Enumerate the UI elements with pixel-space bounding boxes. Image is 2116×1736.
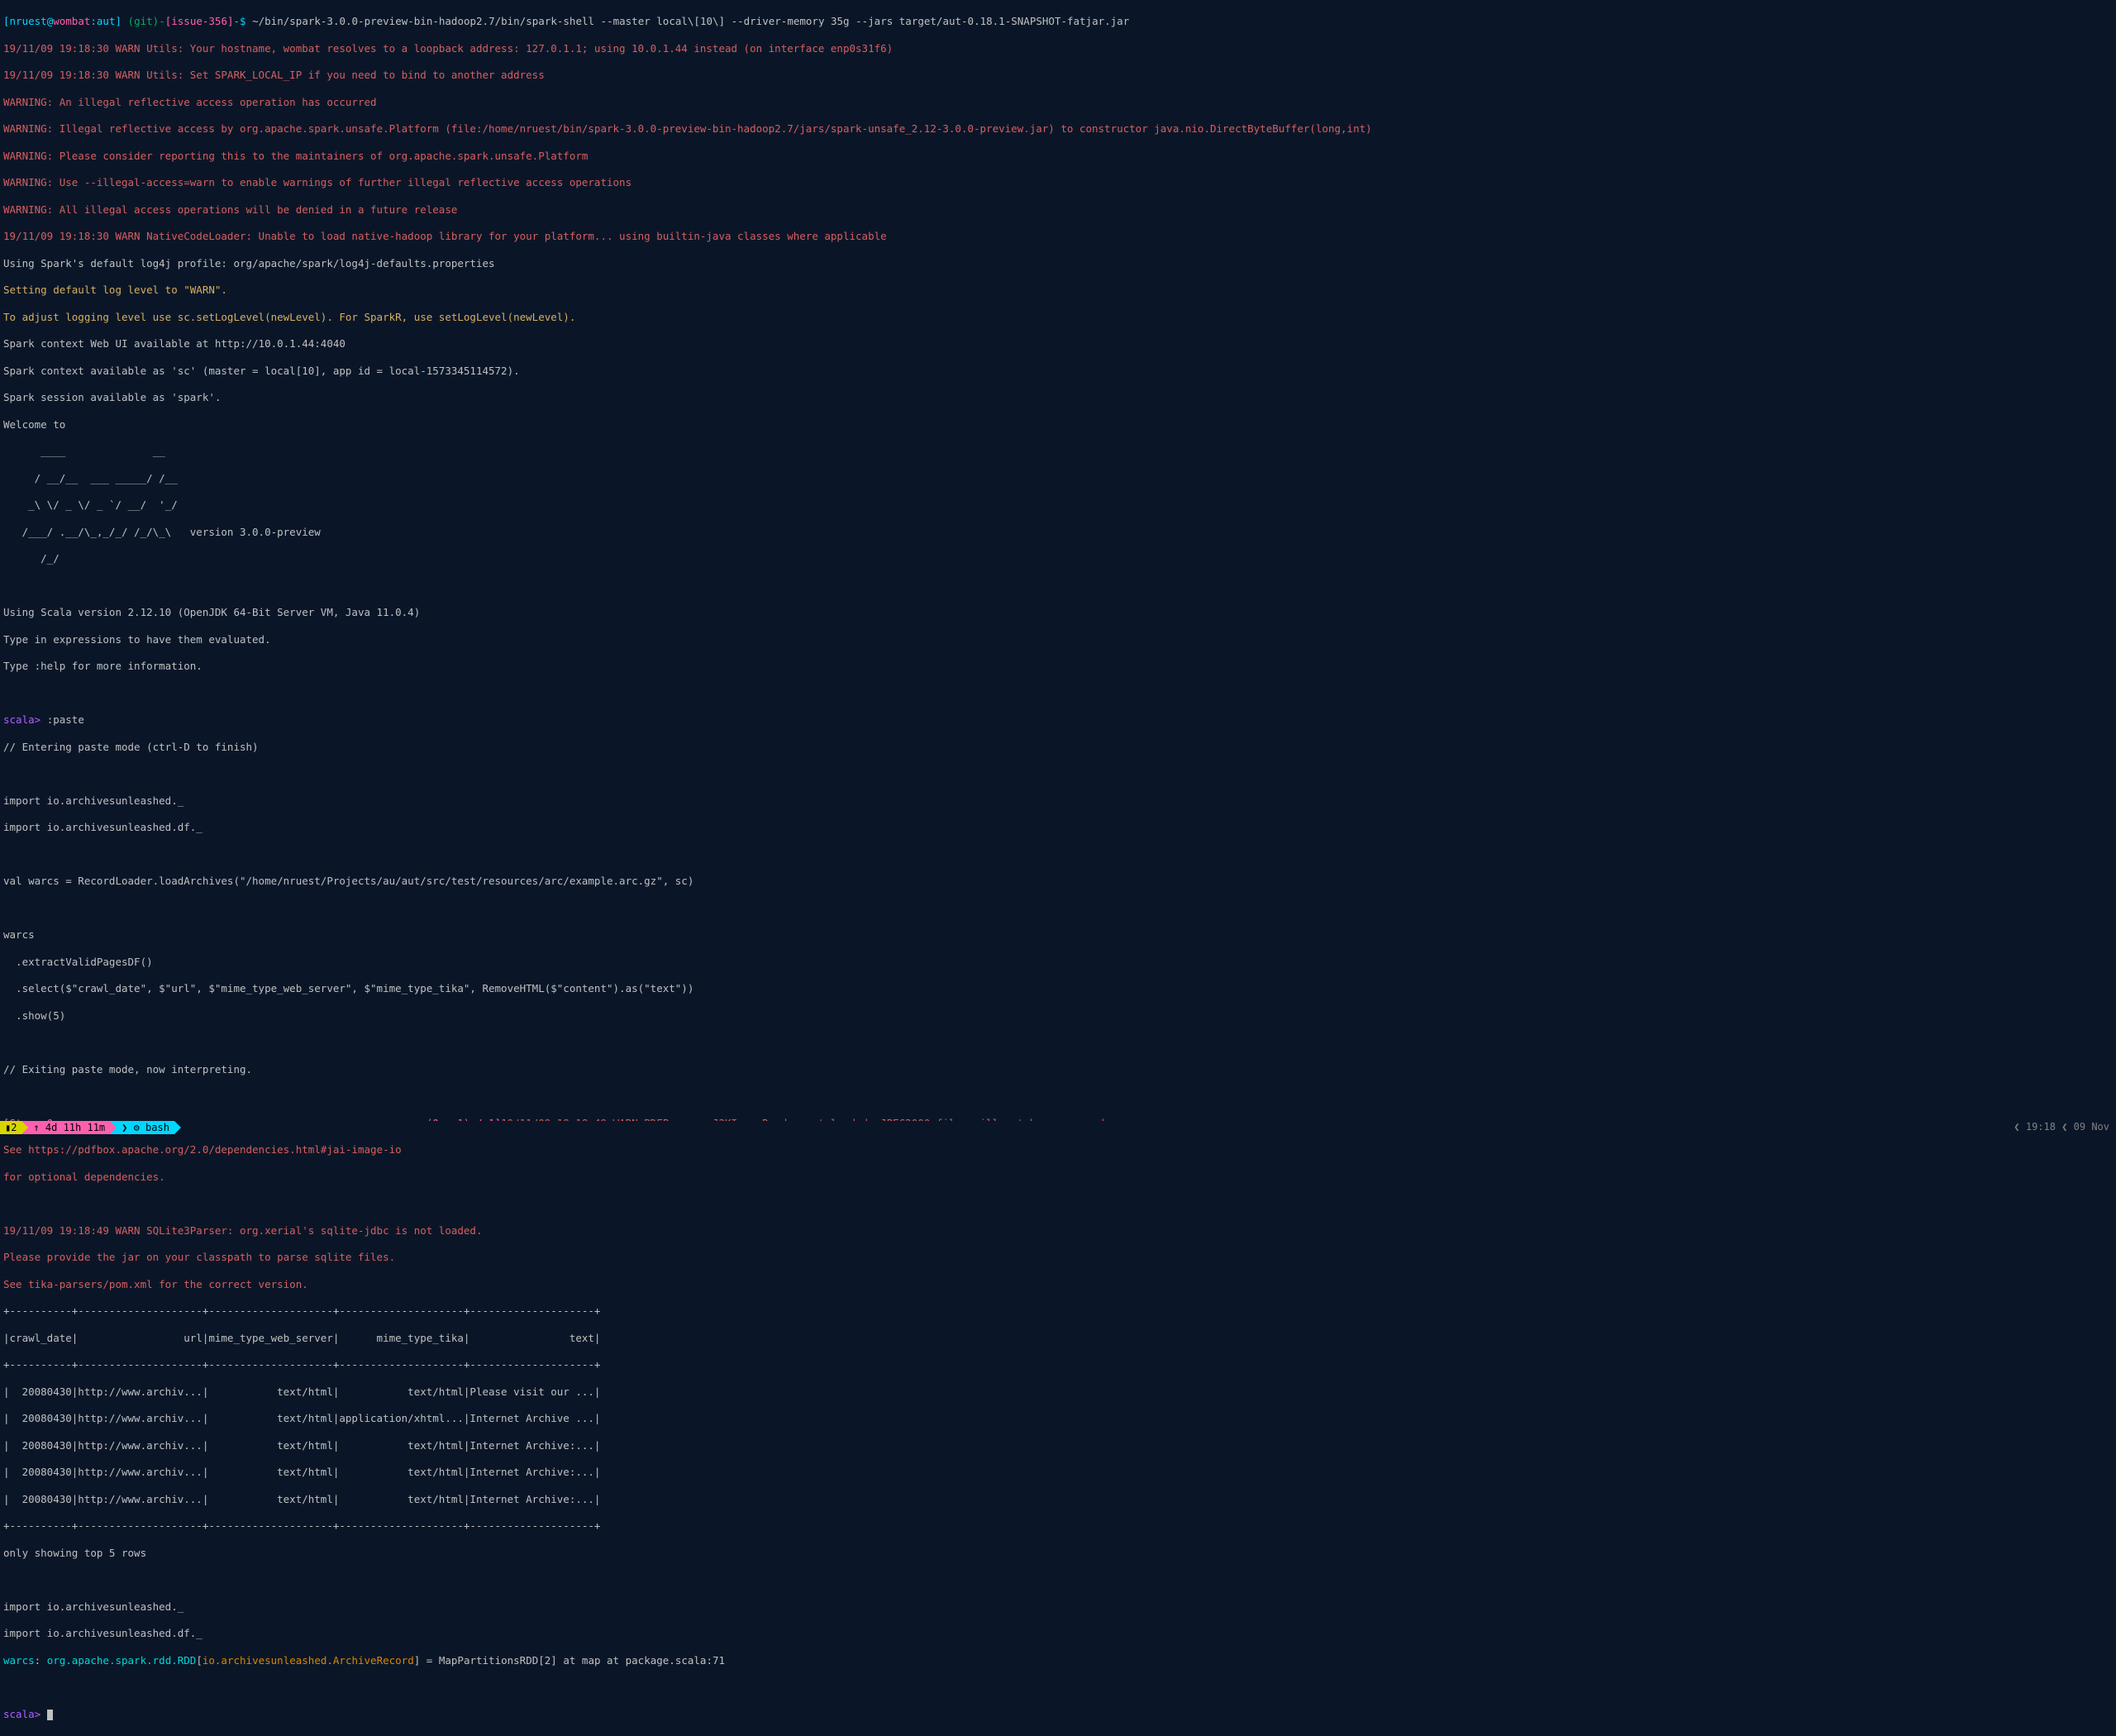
table-header: |crawl_date| url|mime_type_web_server| m… <box>3 1332 2113 1345</box>
terminal-output[interactable]: [nruest@wombat:aut] (git)-[issue-356]-$ … <box>0 0 2116 1736</box>
code-line: .extractValidPagesDF() <box>3 956 2113 969</box>
code-line: import io.archivesunleashed.df._ <box>3 821 2113 834</box>
table-row: | 20080430|http://www.archiv...| text/ht… <box>3 1493 2113 1506</box>
scala-prompt-line: scala> :paste <box>3 713 2113 727</box>
cursor-icon <box>47 1710 53 1720</box>
warn-line: WARNING: Please consider reporting this … <box>3 150 2113 163</box>
table-row: | 20080430|http://www.archiv...| text/ht… <box>3 1412 2113 1425</box>
table-row: | 20080430|http://www.archiv...| text/ht… <box>3 1385 2113 1399</box>
scala-hint: Type :help for more information. <box>3 660 2113 673</box>
status-clock: ❮ 19:18 ❮ 09 Nov <box>2014 1121 2116 1134</box>
warn-line: WARNING: An illegal reflective access op… <box>3 96 2113 109</box>
warn-line: WARNING: Use --illegal-access=warn to en… <box>3 176 2113 189</box>
code-line: val warcs = RecordLoader.loadArchives("/… <box>3 875 2113 888</box>
warn-line: See tika-parsers/pom.xml for the correct… <box>3 1278 2113 1291</box>
table-border: +----------+--------------------+-------… <box>3 1358 2113 1371</box>
result-import: import io.archivesunleashed._ <box>3 1600 2113 1614</box>
warn-line: WARNING: All illegal access operations w… <box>3 203 2113 217</box>
info-line: Spark session available as 'spark'. <box>3 391 2113 404</box>
prompt-line: [nruest@wombat:aut] (git)-[issue-356]-$ … <box>3 15 2113 28</box>
info-line: Spark context Web UI available at http:/… <box>3 337 2113 351</box>
warn-line: 19/11/09 19:18:30 WARN NativeCodeLoader:… <box>3 230 2113 243</box>
warn-line: 19/11/09 19:18:30 WARN Utils: Set SPARK_… <box>3 69 2113 82</box>
info-line: Welcome to <box>3 418 2113 432</box>
paste-mode: // Entering paste mode (ctrl-D to finish… <box>3 741 2113 754</box>
info-line: Using Spark's default log4j profile: org… <box>3 257 2113 270</box>
spark-ascii: /_/ <box>3 552 2113 565</box>
scala-hint: Type in expressions to have them evaluat… <box>3 633 2113 646</box>
info-line: Spark context available as 'sc' (master … <box>3 365 2113 378</box>
table-row: | 20080430|http://www.archiv...| text/ht… <box>3 1466 2113 1479</box>
spark-ascii: / __/__ ___ _____/ /__ <box>3 472 2113 485</box>
status-session: ▮2 <box>0 1121 21 1134</box>
code-line: .show(5) <box>3 1009 2113 1023</box>
status-uptime: ↑ 4d 11h 11m <box>28 1121 110 1134</box>
warn-line: See https://pdfbox.apache.org/2.0/depend… <box>3 1143 2113 1157</box>
spark-ascii: _\ \/ _ \/ _ `/ __/ '_/ <box>3 498 2113 512</box>
spark-ascii: ____ __ <box>3 445 2113 458</box>
result-import: import io.archivesunleashed.df._ <box>3 1627 2113 1640</box>
paste-exit: // Exiting paste mode, now interpreting. <box>3 1063 2113 1076</box>
info-line: To adjust logging level use sc.setLogLev… <box>3 311 2113 324</box>
warn-line: 19/11/09 19:18:49 WARN SQLite3Parser: or… <box>3 1224 2113 1238</box>
warn-line: Please provide the jar on your classpath… <box>3 1251 2113 1264</box>
table-border: +----------+--------------------+-------… <box>3 1304 2113 1318</box>
scala-version: Using Scala version 2.12.10 (OpenJDK 64-… <box>3 606 2113 619</box>
scala-prompt-cursor[interactable]: scala> <box>3 1708 2113 1721</box>
warn-line: 19/11/09 19:18:30 WARN Utils: Your hostn… <box>3 42 2113 55</box>
tmux-statusbar: ▮2 ↑ 4d 11h 11m ❯ ⚙ bash ❮ 19:18 ❮ 09 No… <box>0 1121 2116 1134</box>
code-line: import io.archivesunleashed._ <box>3 794 2113 808</box>
warn-line: WARNING: Illegal reflective access by or… <box>3 122 2113 136</box>
result-warcs: warcs: org.apache.spark.rdd.RDD[io.archi… <box>3 1654 2113 1667</box>
table-border: +----------+--------------------+-------… <box>3 1519 2113 1533</box>
warn-line: for optional dependencies. <box>3 1171 2113 1184</box>
spark-ascii: /___/ .__/\_,_/_/ /_/\_\ version 3.0.0-p… <box>3 526 2113 539</box>
info-line: Setting default log level to "WARN". <box>3 284 2113 297</box>
status-window[interactable]: ❯ ⚙ bash <box>117 1121 174 1134</box>
code-line: .select($"crawl_date", $"url", $"mime_ty… <box>3 982 2113 995</box>
table-row: | 20080430|http://www.archiv...| text/ht… <box>3 1439 2113 1452</box>
code-line: warcs <box>3 928 2113 942</box>
table-footer: only showing top 5 rows <box>3 1547 2113 1560</box>
